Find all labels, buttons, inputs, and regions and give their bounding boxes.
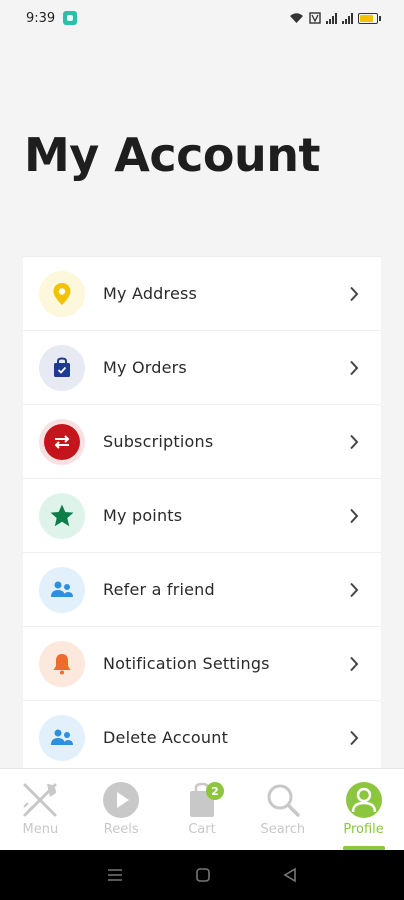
chevron-right-icon bbox=[343, 727, 365, 749]
nav-menu-label: Menu bbox=[22, 822, 59, 837]
recent-apps-icon[interactable] bbox=[106, 867, 124, 883]
status-time: 9:39 bbox=[26, 10, 56, 26]
menu-item-notification-settings[interactable]: Notification Settings bbox=[23, 627, 381, 701]
back-icon[interactable] bbox=[282, 867, 298, 883]
menu-item-subscriptions[interactable]: Subscriptions bbox=[23, 405, 381, 479]
system-nav-bar bbox=[0, 850, 404, 900]
status-left: 9:39 bbox=[26, 10, 78, 26]
menu-item-my-address[interactable]: My Address bbox=[23, 257, 381, 331]
cell-signal-1-icon bbox=[326, 12, 337, 24]
menu-item-label: Subscriptions bbox=[103, 432, 214, 451]
volte-icon bbox=[309, 12, 321, 24]
chevron-right-icon bbox=[343, 505, 365, 527]
status-bar: 9:39 bbox=[0, 0, 404, 36]
bottom-nav: Menu Reels 2 Cart Search Profile bbox=[0, 768, 404, 850]
bell-icon bbox=[39, 640, 85, 687]
repeat-icon bbox=[39, 418, 85, 465]
wifi-icon bbox=[290, 13, 303, 23]
nav-menu[interactable]: Menu bbox=[0, 769, 81, 850]
nav-profile[interactable]: Profile bbox=[323, 769, 404, 850]
chevron-right-icon bbox=[343, 283, 365, 305]
star-icon bbox=[39, 492, 85, 539]
menu-item-my-points[interactable]: My points bbox=[23, 479, 381, 553]
chevron-right-icon bbox=[343, 579, 365, 601]
chevron-right-icon bbox=[343, 653, 365, 675]
menu-item-label: My points bbox=[103, 506, 183, 525]
nav-cart-label: Cart bbox=[188, 822, 216, 837]
cell-signal-2-icon bbox=[342, 12, 353, 24]
nav-search-label: Search bbox=[260, 822, 306, 837]
menu-item-label: Notification Settings bbox=[103, 654, 270, 673]
page-title: My Account bbox=[24, 128, 321, 182]
play-icon bbox=[103, 782, 140, 818]
menu-item-refer-a-friend[interactable]: Refer a friend bbox=[23, 553, 381, 627]
nav-cart[interactable]: 2 Cart bbox=[162, 769, 243, 850]
menu-item-label: Refer a friend bbox=[103, 580, 215, 599]
location-pin-icon bbox=[39, 270, 85, 317]
battery-icon bbox=[358, 12, 381, 24]
nav-reels-label: Reels bbox=[103, 822, 139, 837]
account-menu: My Address My Orders Subscriptions My po… bbox=[23, 256, 381, 768]
menu-item-label: My Address bbox=[103, 284, 198, 303]
users-icon bbox=[39, 714, 85, 761]
nav-search[interactable]: Search bbox=[242, 769, 323, 850]
chevron-right-icon bbox=[343, 357, 365, 379]
nav-profile-label: Profile bbox=[343, 822, 384, 837]
menu-item-my-orders[interactable]: My Orders bbox=[23, 331, 381, 405]
fork-knife-icon bbox=[23, 783, 57, 817]
menu-item-delete-account[interactable]: Delete Account bbox=[23, 701, 381, 768]
search-icon bbox=[267, 784, 300, 817]
menu-item-label: Delete Account bbox=[103, 728, 229, 747]
menu-item-label: My Orders bbox=[103, 358, 187, 377]
nav-reels[interactable]: Reels bbox=[81, 769, 162, 850]
status-icons bbox=[289, 12, 381, 24]
profile-avatar-icon bbox=[345, 782, 382, 818]
chevron-right-icon bbox=[343, 431, 365, 453]
home-icon[interactable] bbox=[195, 867, 211, 883]
cart-count-badge: 2 bbox=[205, 782, 224, 800]
app-notification-icon bbox=[63, 11, 78, 25]
shopping-bag-icon bbox=[39, 344, 85, 391]
users-icon bbox=[39, 566, 85, 613]
